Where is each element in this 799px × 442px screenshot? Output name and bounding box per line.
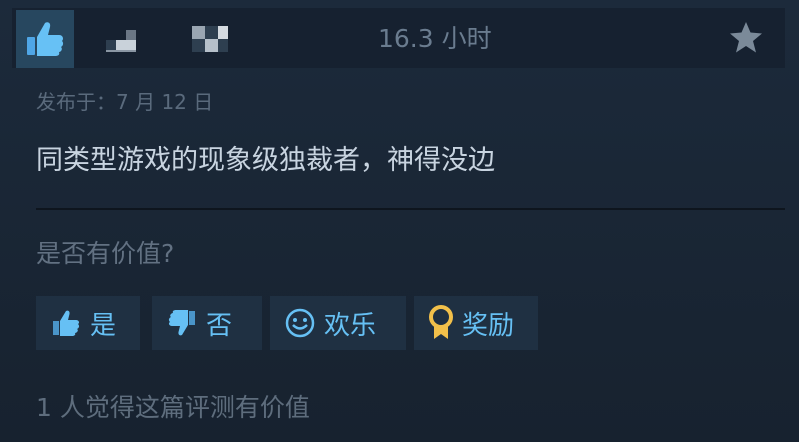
thumbs-up-icon [27, 22, 64, 56]
vote-yes-label: 是 [90, 310, 117, 341]
playtime-hours: 16.3 小时 [378, 24, 492, 53]
helpful-count: 1 人觉得这篇评测有价值 [36, 393, 310, 422]
posted-date: 发布于：7 月 12 日 [36, 90, 214, 114]
vote-funny-button[interactable]: 欢乐 [270, 296, 406, 350]
vote-no-button[interactable]: 否 [152, 296, 262, 350]
avatar-icon[interactable] [100, 20, 140, 60]
thumbs-up-icon [53, 310, 80, 336]
thumbs-down-icon [168, 310, 195, 336]
vote-yes-button[interactable]: 是 [36, 296, 140, 350]
divider [36, 208, 785, 210]
game-icon[interactable] [190, 20, 230, 60]
review-header: 16.3 小时 [12, 8, 785, 68]
award-icon [429, 305, 453, 339]
recommended-thumb [16, 10, 74, 68]
star-icon[interactable] [726, 18, 766, 58]
award-button[interactable]: 奖励 [414, 296, 538, 350]
vote-no-label: 否 [206, 310, 233, 341]
helpful-question: 是否有价值? [36, 239, 175, 268]
smiley-icon [285, 308, 315, 338]
award-label: 奖励 [462, 310, 515, 341]
review-card: 16.3 小时 发布于：7 月 12 日 同类型游戏的现象级独裁者，神得没边 是… [0, 0, 799, 442]
vote-funny-label: 欢乐 [324, 310, 377, 341]
review-text: 同类型游戏的现象级独裁者，神得没边 [36, 145, 495, 176]
